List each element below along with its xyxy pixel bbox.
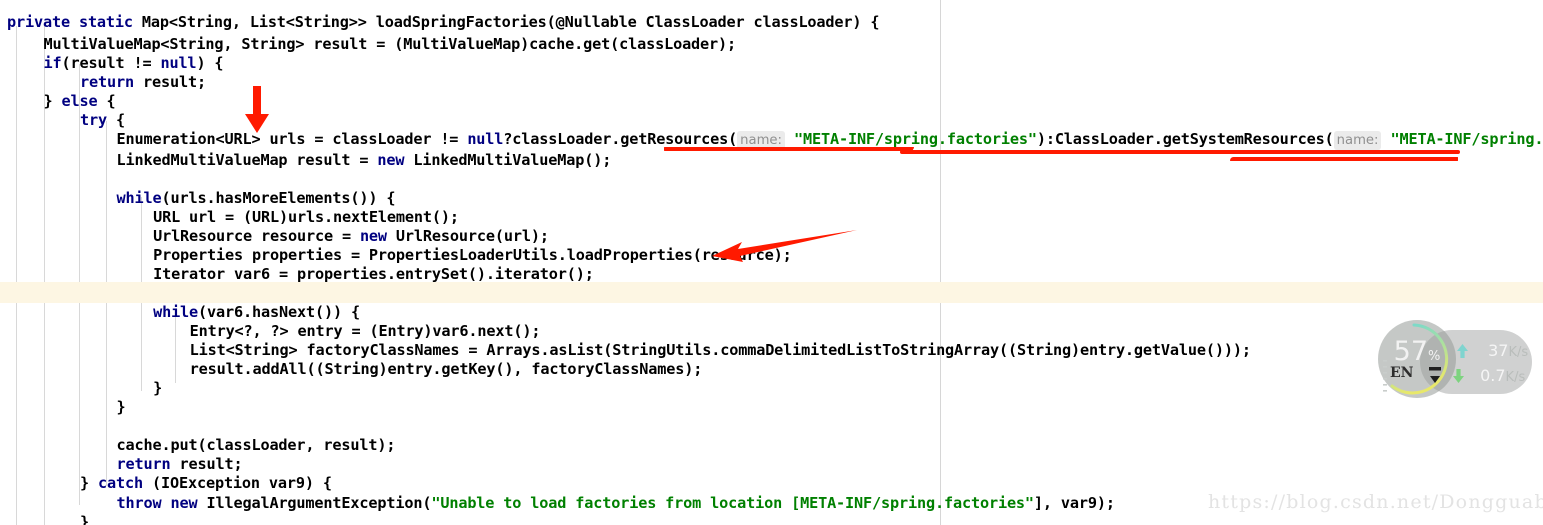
- code-token: {: [97, 92, 116, 110]
- code-token: List<String> factoryClassNames = Arrays.…: [189, 341, 1251, 359]
- code-token: catch: [98, 474, 143, 492]
- code-token: }: [153, 379, 163, 397]
- code-line[interactable]: } else {: [44, 92, 116, 111]
- code-line[interactable]: return result;: [80, 73, 206, 92]
- code-token: ) {: [196, 54, 224, 72]
- download-speed-value: 0.7: [1480, 366, 1506, 385]
- annotation-underline-left: [664, 147, 914, 151]
- floating-speed-widget[interactable]: 57% EN 37K/s 0.7K/s: [1378, 318, 1538, 410]
- code-token: null: [160, 54, 197, 72]
- code-line[interactable]: Properties properties = PropertiesLoader…: [153, 246, 792, 265]
- code-token: UrlResource(url);: [386, 227, 549, 245]
- code-line[interactable]: UrlResource resource = new UrlResource(u…: [153, 227, 549, 246]
- code-editor[interactable]: private static Map<String, List<String>>…: [0, 0, 1543, 525]
- code-line[interactable]: }: [153, 379, 162, 398]
- code-token: try: [80, 111, 108, 129]
- code-line[interactable]: result.addAll((String)entry.getKey(), fa…: [190, 360, 703, 379]
- screenshot-root: private static Map<String, List<String>>…: [0, 0, 1543, 525]
- parameter-hint-chip: name:: [1333, 131, 1382, 150]
- code-token: result;: [143, 73, 206, 91]
- code-line[interactable]: return result;: [117, 455, 243, 474]
- code-token: new: [377, 151, 405, 169]
- upload-arrow-icon: [1457, 344, 1468, 358]
- ime-mode-marker-icon: [1429, 367, 1441, 383]
- ime-language-indicator[interactable]: EN: [1390, 365, 1413, 381]
- code-token: Properties properties = PropertiesLoader…: [153, 246, 792, 264]
- code-token: LinkedMultiValueMap result =: [116, 151, 378, 169]
- annotation-underline-right: [1230, 157, 1458, 161]
- code-token: URL url = (URL)urls.nextElement();: [153, 208, 459, 226]
- code-token: ?classLoader.getResources(: [503, 130, 738, 148]
- code-line[interactable]: LinkedMultiValueMap result = new LinkedM…: [117, 151, 612, 170]
- blog-watermark: https://blog.csdn.net/Dongguabai: [1208, 491, 1543, 513]
- code-token: Iterator var6 = properties.entrySet().it…: [153, 265, 594, 283]
- code-token: cache.put(classLoader, result);: [116, 436, 396, 454]
- code-token: (urls.hasMoreElements()) {: [161, 189, 396, 207]
- code-line[interactable]: throw new IllegalArgumentException("Unab…: [117, 494, 1115, 513]
- cpu-percent-unit: %: [1428, 349, 1441, 364]
- code-token: result;: [179, 455, 243, 473]
- annotation-arrow-down-icon: [245, 86, 269, 133]
- code-token: private static: [7, 13, 142, 31]
- code-line[interactable]: while(urls.hasMoreElements()) {: [117, 189, 396, 208]
- code-token: Entry<?, ?> entry = (Entry)var6.next();: [189, 322, 541, 340]
- code-token: IllegalArgumentException(: [197, 494, 432, 512]
- code-token: return: [116, 455, 180, 473]
- cpu-percent-readout: 57%: [1387, 336, 1447, 367]
- gauge-tick-marks-icon: [1383, 360, 1387, 392]
- annotation-underline-left-tail: [900, 150, 1460, 154]
- code-line[interactable]: }: [80, 513, 89, 525]
- code-token: UrlResource resource =: [153, 227, 360, 245]
- code-token: while: [153, 303, 199, 321]
- code-token: }: [116, 398, 126, 416]
- code-line[interactable]: List<String> factoryClassNames = Arrays.…: [190, 341, 1251, 360]
- download-speed-row: 0.7K/s: [1452, 365, 1525, 387]
- code-token: MultiValueMap<String, String> result = (…: [43, 35, 737, 53]
- code-token: }: [43, 92, 62, 110]
- code-token: else: [61, 92, 98, 110]
- upload-speed-value: 37: [1488, 341, 1509, 360]
- code-lines[interactable]: private static Map<String, List<String>>…: [0, 0, 1543, 525]
- upload-speed-unit: K/s: [1508, 345, 1529, 360]
- code-token: (result !=: [61, 54, 161, 72]
- annotation-arrow-diagonal-icon: [712, 230, 857, 262]
- download-speed-unit: K/s: [1505, 370, 1526, 385]
- code-token: ], var9);: [1033, 494, 1115, 512]
- cpu-percent-value: 57: [1393, 336, 1428, 367]
- code-line[interactable]: try {: [80, 111, 125, 130]
- code-line[interactable]: Iterator var6 = properties.entrySet().it…: [153, 265, 594, 284]
- code-line[interactable]: cache.put(classLoader, result);: [117, 436, 396, 455]
- code-token: {: [107, 111, 126, 129]
- code-line[interactable]: if(result != null) {: [44, 54, 224, 73]
- code-line[interactable]: private static Map<String, List<String>>…: [7, 13, 880, 32]
- code-line[interactable]: while(var6.hasNext()) {: [153, 303, 360, 322]
- code-token: }: [80, 474, 99, 492]
- code-token: Map<String, List<String>> loadSpringFact…: [141, 13, 880, 31]
- download-arrow-icon: [1453, 369, 1464, 383]
- code-token: if: [43, 54, 62, 72]
- code-token: LinkedMultiValueMap();: [404, 151, 612, 169]
- code-token: throw new: [116, 494, 198, 512]
- upload-speed-row: 37K/s: [1456, 340, 1528, 362]
- code-line[interactable]: } catch (IOException var9) {: [80, 474, 332, 493]
- code-token: ):ClassLoader.getSystemResources(: [1036, 130, 1334, 148]
- code-token: (var6.hasNext()) {: [198, 303, 360, 321]
- code-token: null: [467, 130, 504, 148]
- code-token: (IOException var9) {: [143, 474, 332, 492]
- code-token: Enumeration<URL> urls = classLoader !=: [116, 130, 468, 148]
- code-token: "Unable to load factories from location …: [431, 494, 1034, 512]
- code-token: return: [80, 73, 143, 91]
- code-token: result.addAll((String)entry.getKey(), fa…: [189, 360, 703, 378]
- code-line[interactable]: Entry<?, ?> entry = (Entry)var6.next();: [190, 322, 541, 341]
- code-token: while: [116, 189, 162, 207]
- code-token: new: [359, 227, 387, 245]
- code-line[interactable]: MultiValueMap<String, String> result = (…: [44, 35, 737, 54]
- code-line[interactable]: }: [117, 398, 126, 417]
- code-token: "META-INF/spring.factories": [793, 130, 1037, 148]
- code-line[interactable]: URL url = (URL)urls.nextElement();: [153, 208, 459, 227]
- code-token: }: [80, 513, 90, 525]
- code-token: "META-INF/spring.factories": [1390, 130, 1543, 148]
